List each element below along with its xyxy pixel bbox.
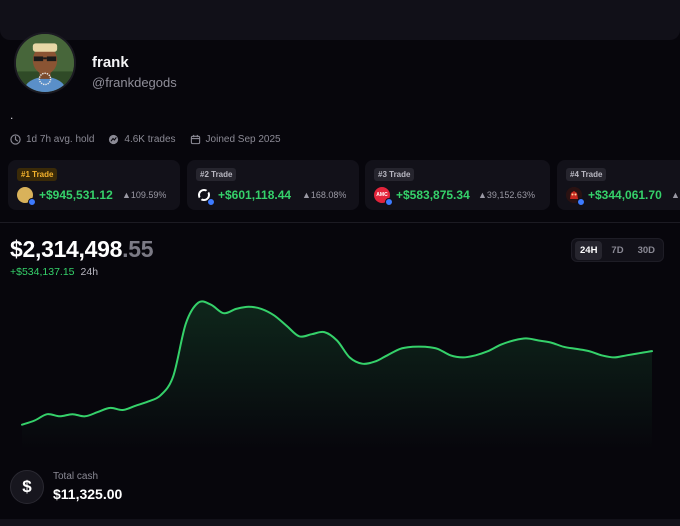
stat-trades: 4.6K trades <box>108 134 176 145</box>
time-range-tabs: 24H 7D 30D <box>571 238 664 262</box>
tab-7d[interactable]: 7D <box>606 241 628 260</box>
verified-icon <box>28 198 36 206</box>
change-amount: +$534,137.15 <box>10 266 75 278</box>
portfolio-change: +$534,137.15 24h <box>10 266 98 278</box>
trade-rank-badge: #4 Trade <box>566 168 607 181</box>
trade-percent: ▲168.08% <box>302 190 347 200</box>
amc-token-icon: AMC <box>374 187 393 206</box>
profile-banner <box>0 0 680 40</box>
trade-gain: +$601,118.44 <box>218 188 292 202</box>
verified-icon <box>577 198 585 206</box>
profile-handle: @frankdegods <box>92 75 177 90</box>
dollar-icon: $ <box>10 470 44 504</box>
profile-bio: . <box>10 108 14 122</box>
amc-token-label: AMC <box>376 192 388 198</box>
trade-card-3[interactable]: #3 Trade AMC +$583,875.34 ▲39,152.63% <box>365 160 550 210</box>
chart-area-fill <box>22 301 652 450</box>
trade-card-4[interactable]: #4 Trade +$344,061.70 ▲ <box>557 160 680 210</box>
section-divider <box>0 222 680 223</box>
stat-avg-hold-label: 1d 7h avg. hold <box>26 134 95 145</box>
verified-icon <box>385 198 393 206</box>
avatar-image <box>16 34 74 92</box>
stat-avg-hold: 1d 7h avg. hold <box>10 134 94 145</box>
avatar[interactable] <box>14 32 76 94</box>
trade-percent: ▲109.59% <box>122 190 167 200</box>
trade-gain: +$583,875.34 <box>396 188 470 202</box>
portfolio-value: $2,314,498.55 <box>10 236 154 263</box>
verified-icon <box>207 198 215 206</box>
stat-joined: Joined Sep 2025 <box>190 134 281 145</box>
trade-rank-badge: #2 Trade <box>196 168 237 181</box>
trades-icon <box>109 134 119 145</box>
stat-trades-label: 4.6K trades <box>124 134 176 145</box>
tab-30d[interactable]: 30D <box>633 241 660 260</box>
trade-rank-badge: #3 Trade <box>374 168 415 181</box>
trade-card-2[interactable]: #2 Trade +$601,118.44 ▲168.08% <box>187 160 359 210</box>
portfolio-chart[interactable] <box>0 290 680 450</box>
change-period: 24h <box>80 266 99 278</box>
tab-24h[interactable]: 24H <box>575 240 603 260</box>
top-trades-row: #1 Trade +$945,531.12 ▲109.59% #2 Trade … <box>8 160 680 210</box>
gold-token-icon <box>17 187 36 206</box>
bottom-bar <box>0 519 680 526</box>
total-cash-label: Total cash <box>53 471 99 482</box>
profile-stats: 1d 7h avg. hold 4.6K trades Joined Sep 2… <box>10 134 281 145</box>
clock-icon <box>10 134 21 145</box>
stat-joined-label: Joined Sep 2025 <box>205 134 281 145</box>
calendar-icon <box>190 134 200 145</box>
trade-gain: +$344,061.70 <box>588 188 662 202</box>
trade-percent: ▲ <box>671 190 680 200</box>
trade-rank-badge: #1 Trade <box>17 168 58 181</box>
portfolio-value-main: $2,314,498 <box>10 236 123 262</box>
red-creature-token-icon <box>566 187 585 206</box>
trade-percent: ▲39,152.63% <box>478 190 535 200</box>
profile-name: frank <box>92 54 129 71</box>
portfolio-value-cents: .55 <box>122 236 154 262</box>
trade-card-1[interactable]: #1 Trade +$945,531.12 ▲109.59% <box>8 160 180 210</box>
trade-gain: +$945,531.12 <box>39 188 113 202</box>
total-cash-value: $11,325.00 <box>53 486 123 502</box>
ring-token-icon <box>196 187 215 206</box>
